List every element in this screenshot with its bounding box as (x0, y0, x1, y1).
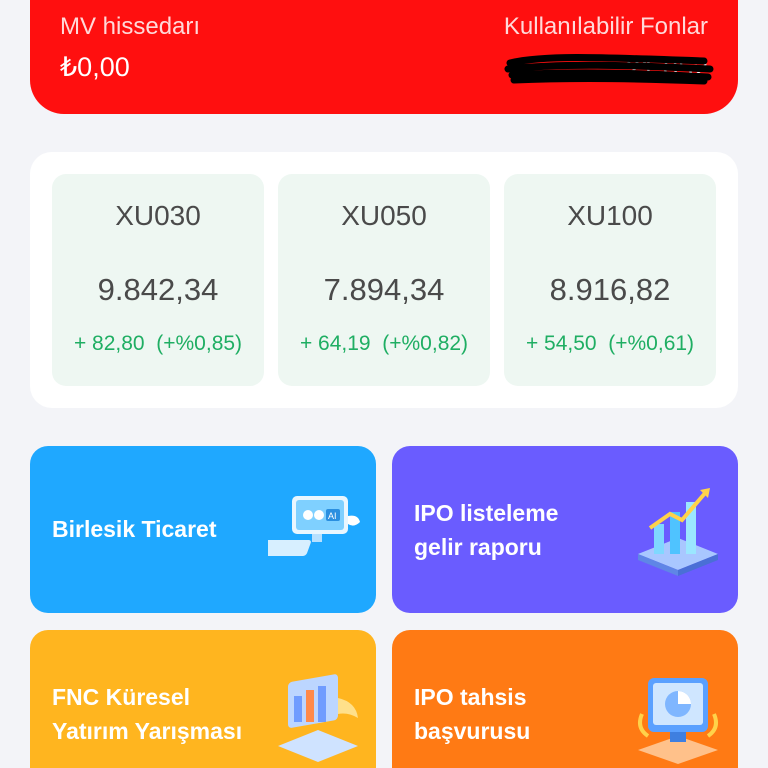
index-change: + 54,50 (+%0,61) (525, 332, 695, 355)
index-value: 7.894,34 (323, 272, 445, 307)
tile-global-investment-contest[interactable]: FNC Küresel Yatırım Yarışması (30, 630, 376, 768)
index-card-xu050[interactable]: XU050 7.894,34 + 64,19 (+%0,82) (278, 174, 490, 386)
computer-ai-icon: AI (268, 496, 360, 556)
tile-label-line1: FNC Küresel (52, 684, 191, 710)
balance-card: MV hissedarı ₺0,00 Kullanılabilir Fonlar… (30, 0, 738, 114)
index-value: 8.916,82 (549, 272, 671, 307)
available-funds-label: Kullanılabilir Fonlar (503, 13, 708, 40)
index-name: XU100 (567, 200, 653, 231)
trophy-chart-icon (278, 674, 358, 762)
tile-ipo-listing-report[interactable]: IPO listeleme gelir raporu (392, 446, 738, 613)
home-screen: MV hissedarı ₺0,00 Kullanılabilir Fonlar… (0, 0, 768, 768)
tile-label: IPO listeleme gelir raporu (414, 496, 558, 564)
index-name: XU030 (115, 200, 201, 231)
index-name: XU050 (341, 200, 427, 231)
index-change: + 64,19 (+%0,82) (299, 332, 469, 355)
tile-label-line2: başvurusu (414, 718, 531, 744)
index-card-xu100[interactable]: XU100 8.916,82 + 54,50 (+%0,61) (504, 174, 716, 386)
tile-label-line1: IPO tahsis (414, 684, 527, 710)
monitor-pie-icon (638, 678, 718, 764)
index-value: 9.842,34 (97, 272, 219, 307)
tile-label: IPO tahsis başvurusu (414, 680, 530, 748)
tile-ipo-allocation-application[interactable]: IPO tahsis başvurusu (392, 630, 738, 768)
tile-label: Birlesik Ticaret (52, 516, 217, 542)
tile-label: FNC Küresel Yatırım Yarışması (52, 680, 242, 748)
index-change: + 82,80 (+%0,85) (73, 332, 243, 355)
tile-combined-trading[interactable]: Birlesik Ticaret AI (30, 446, 376, 613)
shareholder-label: MV hissedarı (60, 13, 201, 40)
market-index-panel: XU030 9.842,34 + 82,80 (+%0,85) XU050 7.… (30, 152, 738, 408)
tile-label-line1: IPO listeleme (414, 500, 559, 526)
redaction-scribble (504, 54, 714, 85)
growth-chart-icon (638, 488, 718, 576)
tile-label-line2: Yatırım Yarışması (52, 718, 243, 744)
index-card-xu030[interactable]: XU030 9.842,34 + 82,80 (+%0,85) (52, 174, 264, 386)
svg-text:AI: AI (328, 511, 337, 521)
tile-label-line2: gelir raporu (414, 534, 542, 560)
shareholder-value: ₺0,00 (60, 52, 130, 82)
